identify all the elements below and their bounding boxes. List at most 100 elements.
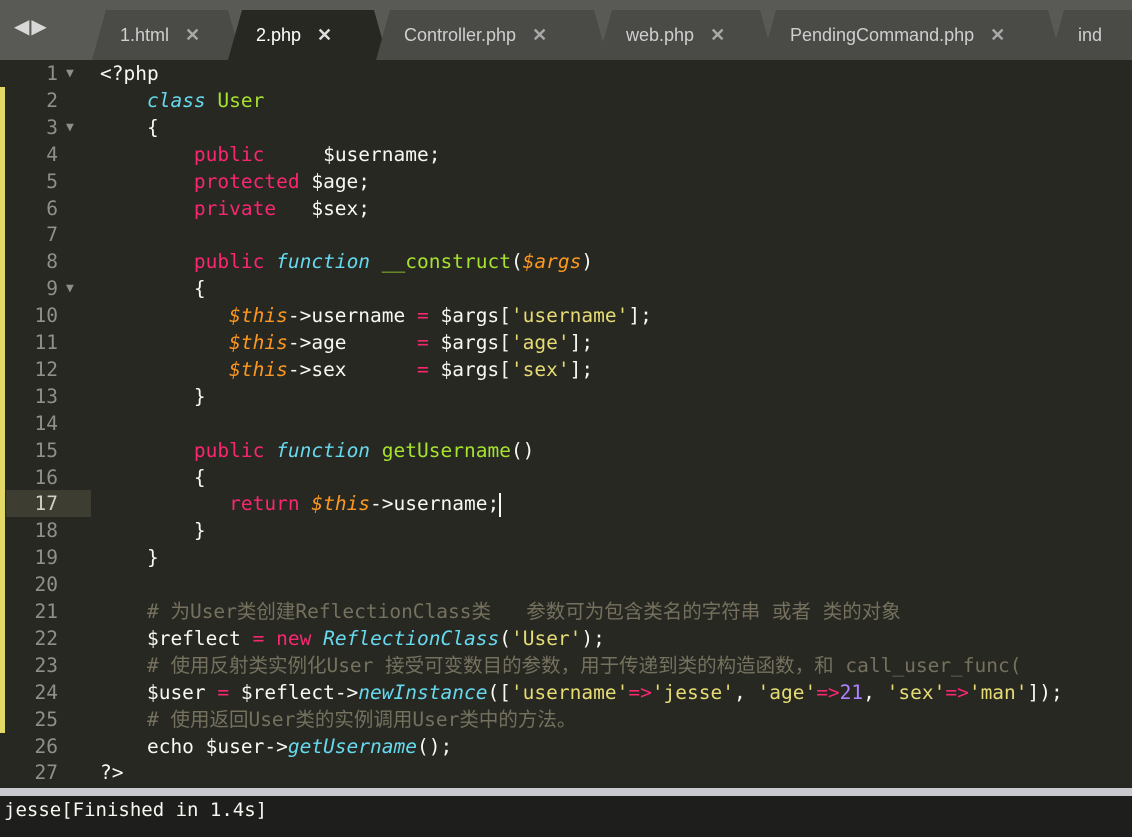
code-token: => <box>628 680 652 704</box>
code-line[interactable]: 8 public function __construct($args) <box>0 248 1132 275</box>
code-editor[interactable]: 1 ▼ <?php 2 class User 3 ▼ {4 public $usernam… <box>0 60 1132 788</box>
code-line[interactable]: 16 { <box>0 464 1132 491</box>
close-icon[interactable]: ✕ <box>532 25 547 45</box>
code-text: $user = $reflect->newInstance(['username… <box>100 679 1063 706</box>
code-line[interactable]: 15 public function getUsername() <box>0 437 1132 464</box>
code-line[interactable]: 18 } <box>0 517 1132 544</box>
code-token: $this <box>311 492 371 516</box>
code-line[interactable]: 6 private $sex; <box>0 195 1132 222</box>
code-token: { <box>100 465 206 489</box>
code-line[interactable]: 19 } <box>0 544 1132 571</box>
line-number: 14 <box>34 411 58 435</box>
code-line[interactable]: 5 protected $age; <box>0 168 1132 195</box>
panel-divider[interactable] <box>0 788 1132 796</box>
code-line[interactable]: 25 # 使用返回User类的实例调用User类中的方法。 <box>0 706 1132 733</box>
line-number: 17 <box>34 492 58 516</box>
fold-arrow-icon[interactable]: ▼ <box>66 275 74 302</box>
code-line[interactable]: 4 public $username; <box>0 141 1132 168</box>
code-line[interactable]: 13 } <box>0 383 1132 410</box>
code-token: # 使用反射类实例化User 接受可变数目的参数，用于传递到类的构造函数，和 c… <box>146 653 1022 677</box>
tab-bar: ◀▶ 1.html ✕ 2.php ✕ Controller.php ✕ web.php ✕ P… <box>0 0 1132 60</box>
line-number: 2 <box>46 88 58 112</box>
code-text: $reflect = new ReflectionClass('User'); <box>100 625 605 652</box>
code-token: ( <box>510 250 523 274</box>
code-line[interactable]: 22 $reflect = new ReflectionClass('User'… <box>0 625 1132 652</box>
code-line[interactable]: 12 $this->sex = $args['sex']; <box>0 356 1132 383</box>
close-icon[interactable]: ✕ <box>990 25 1005 45</box>
code-line[interactable]: 14 <box>0 410 1132 437</box>
code-line[interactable]: 1 ▼ <?php <box>0 60 1132 87</box>
line-number: 15 <box>34 438 58 462</box>
code-text: } <box>100 383 206 410</box>
code-token: 'man' <box>968 680 1028 704</box>
tab-controller-php[interactable]: Controller.php ✕ <box>376 10 608 60</box>
code-token: } <box>100 546 159 570</box>
line-number: 8 <box>46 250 58 274</box>
code-text: $this->age = $args['age']; <box>100 329 593 356</box>
close-icon[interactable]: ✕ <box>317 25 332 45</box>
code-line[interactable]: 17 return $this->username; <box>0 490 1132 518</box>
fold-arrow-icon[interactable]: ▼ <box>66 60 74 87</box>
code-text: ?> <box>100 759 123 786</box>
line-number: 10 <box>34 304 58 328</box>
code-line[interactable]: 11 $this->age = $args['age']; <box>0 329 1132 356</box>
code-token: 'jesse' <box>651 680 734 704</box>
line-number: 20 <box>34 573 58 597</box>
code-token: = <box>252 626 265 650</box>
code-line[interactable]: 26 echo $user->getUsername(); <box>0 733 1132 760</box>
code-token: function <box>276 250 371 274</box>
tab-pendingcommand-php[interactable]: PendingCommand.php ✕ <box>762 10 1062 60</box>
code-line[interactable]: 23 # 使用反射类实例化User 接受可变数目的参数，用于传递到类的构造函数，… <box>0 652 1132 679</box>
code-line[interactable]: 20 <box>0 571 1132 598</box>
fold-arrow-icon[interactable]: ▼ <box>66 114 74 141</box>
code-token: ) <box>581 250 594 274</box>
code-line[interactable]: 3 ▼ { <box>0 114 1132 141</box>
code-token: (); <box>416 734 453 758</box>
code-token: , <box>863 680 887 704</box>
code-token: = <box>416 357 429 381</box>
code-token: ([ <box>487 680 511 704</box>
code-token: function <box>276 438 371 462</box>
line-number: 18 <box>34 519 58 543</box>
code-line[interactable]: 10 $this->username = $args['username']; <box>0 302 1132 329</box>
line-number: 19 <box>34 546 58 570</box>
code-line[interactable]: 9 ▼ { <box>0 275 1132 302</box>
line-number: 6 <box>46 196 58 220</box>
code-line[interactable]: 24 $user = $reflect->newInstance(['usern… <box>0 679 1132 706</box>
tab-2-php[interactable]: 2.php ✕ <box>228 10 388 60</box>
code-token: public <box>193 142 265 166</box>
code-line[interactable]: 21 # 为User类创建ReflectionClass类 参数可为包含类名的字… <box>0 598 1132 625</box>
close-icon[interactable]: ✕ <box>185 25 200 45</box>
code-token: 'sex' <box>510 357 570 381</box>
line-number: 13 <box>34 384 58 408</box>
close-icon[interactable]: ✕ <box>710 25 725 45</box>
code-line[interactable]: 2 class User <box>0 87 1132 114</box>
code-token: } <box>100 384 206 408</box>
tab-ind[interactable]: ind <box>1050 10 1132 60</box>
code-text: { <box>100 114 159 141</box>
code-token: 21 <box>839 680 864 704</box>
code-text: return $this->username; <box>100 490 502 517</box>
code-line[interactable]: 27 ?> <box>0 759 1132 786</box>
code-token: { <box>100 115 159 139</box>
tab-1-html[interactable]: 1.html ✕ <box>92 10 242 60</box>
line-number: 27 <box>34 761 58 785</box>
code-line[interactable]: 7 <box>0 221 1132 248</box>
tab-nav-arrows[interactable]: ◀▶ <box>14 14 49 38</box>
code-token: $args[ <box>428 331 511 354</box>
code-token: 'age' <box>757 680 817 704</box>
code-token: # 使用返回User类的实例调用User类中的方法。 <box>146 707 577 731</box>
tab-web-php[interactable]: web.php ✕ <box>598 10 774 60</box>
code-token: $args <box>522 250 582 274</box>
